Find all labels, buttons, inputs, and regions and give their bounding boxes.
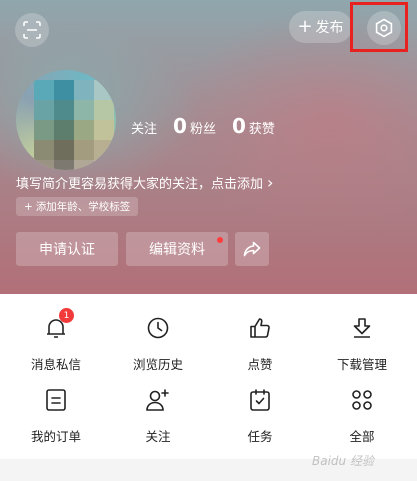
- stat-likes-label: 获赞: [248, 122, 275, 137]
- publish-label: 发布: [315, 20, 344, 36]
- stat-likes-number: 0: [231, 114, 246, 138]
- order-icon: [46, 389, 66, 411]
- grid-item-history[interactable]: 浏览历史: [106, 314, 210, 378]
- grid-item-label: 任务: [247, 429, 273, 444]
- grid-item-label: 消息私信: [30, 357, 81, 372]
- grid-item-tasks[interactable]: 任务: [208, 386, 312, 450]
- grid-item-label: 全部: [349, 429, 375, 444]
- add-user-icon: [146, 389, 169, 411]
- profile-header: + 发布 关注 0 粉丝 0 获赞 填写简介更容易获得大家的关注，点击添加 › …: [0, 0, 417, 294]
- scan-button[interactable]: [15, 13, 49, 47]
- grid-item-following[interactable]: 关注: [106, 386, 210, 450]
- grid-item-orders[interactable]: 我的订单: [4, 386, 108, 450]
- scan-icon: [23, 21, 41, 39]
- apply-verification-label: 申请认证: [39, 242, 95, 258]
- download-icon-wrap: [348, 314, 376, 342]
- grid-item-downloads[interactable]: 下载管理: [310, 314, 414, 378]
- bio-text: 填写简介更容易获得大家的关注，点击添加: [16, 177, 264, 192]
- avatar[interactable]: [16, 70, 116, 170]
- all-grid-icon-wrap: [348, 386, 376, 414]
- grid-item-likes[interactable]: 点赞: [208, 314, 312, 378]
- plus-icon: +: [24, 200, 33, 213]
- bell-icon-wrap: 1: [42, 308, 74, 342]
- stat-following-label: 关注: [131, 122, 158, 137]
- grid-item-label: 下载管理: [336, 357, 387, 372]
- edit-profile-button[interactable]: 编辑资料: [126, 232, 228, 266]
- order-icon-wrap: [42, 386, 70, 414]
- grid-item-messages[interactable]: 1 消息私信: [4, 308, 108, 378]
- grid-item-all[interactable]: 全部: [310, 386, 414, 450]
- grid-item-label: 关注: [145, 429, 171, 444]
- highlight-annotation-box: [350, 2, 408, 52]
- thumbs-up-icon-wrap: [246, 314, 274, 342]
- add-user-icon-wrap: [144, 386, 172, 414]
- stat-fans-number: 0: [173, 114, 187, 138]
- notification-dot: [217, 237, 223, 243]
- share-icon: [243, 241, 261, 257]
- task-calendar-icon-wrap: [246, 386, 274, 414]
- clock-icon-wrap: [144, 314, 172, 342]
- publish-button[interactable]: + 发布: [289, 11, 352, 43]
- task-calendar-icon: [250, 389, 270, 411]
- edit-profile-label: 编辑资料: [149, 242, 205, 258]
- add-tags-chip[interactable]: + 添加年龄、学校标签: [16, 197, 139, 216]
- apply-verification-button[interactable]: 申请认证: [16, 232, 118, 266]
- grid-item-label: 点赞: [247, 357, 273, 372]
- grid-item-label: 浏览历史: [132, 357, 183, 372]
- avatar-mosaic: [34, 80, 114, 170]
- download-icon: [353, 318, 371, 338]
- grid-item-label: 我的订单: [30, 429, 81, 444]
- stat-fans-label: 粉丝: [189, 122, 216, 137]
- add-tags-label: 添加年龄、学校标签: [35, 201, 131, 213]
- profile-stats: 关注 0 粉丝 0 获赞: [128, 114, 291, 138]
- stat-following[interactable]: 关注: [128, 118, 157, 137]
- stat-fans[interactable]: 0 粉丝: [173, 114, 216, 138]
- stat-likes[interactable]: 0 获赞: [232, 114, 275, 138]
- share-button[interactable]: [235, 232, 269, 266]
- chevron-right-icon: ›: [267, 173, 274, 192]
- all-grid-icon: [352, 390, 372, 410]
- plus-icon: +: [297, 16, 313, 37]
- unread-badge: 1: [59, 308, 74, 323]
- thumbs-up-icon: [250, 318, 270, 338]
- bio-prompt[interactable]: 填写简介更容易获得大家的关注，点击添加 ›: [16, 173, 273, 192]
- clock-icon: [147, 317, 169, 339]
- watermark: Baidu 经验: [312, 454, 374, 468]
